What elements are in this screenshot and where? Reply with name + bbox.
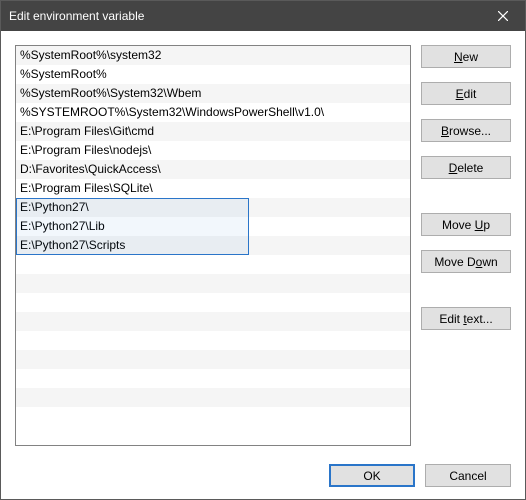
list-item [16, 369, 410, 388]
list-item [16, 312, 410, 331]
list-item [16, 293, 410, 312]
list-item[interactable]: E:\Program Files\nodejs\ [16, 141, 410, 160]
close-icon[interactable] [480, 1, 525, 31]
list-item [16, 407, 410, 426]
dialog-title: Edit environment variable [9, 9, 480, 23]
list-item[interactable]: %SystemRoot% [16, 65, 410, 84]
list-item[interactable]: E:\Python27\Lib [16, 217, 410, 236]
bottom-buttons: OK Cancel [15, 446, 511, 487]
move-down-button[interactable]: Move Down [421, 250, 511, 273]
edit-text-button[interactable]: Edit text... [421, 307, 511, 330]
list-item[interactable]: %SYSTEMROOT%\System32\WindowsPowerShell\… [16, 103, 410, 122]
cancel-button[interactable]: Cancel [425, 464, 511, 487]
new-button[interactable]: New [421, 45, 511, 68]
list-item[interactable]: E:\Program Files\Git\cmd [16, 122, 410, 141]
list-item [16, 255, 410, 274]
list-item[interactable]: E:\Python27\Scripts [16, 236, 410, 255]
delete-button[interactable]: Delete [421, 156, 511, 179]
list-item [16, 388, 410, 407]
ok-button[interactable]: OK [329, 464, 415, 487]
list-item [16, 274, 410, 293]
list-item[interactable]: D:\Favorites\QuickAccess\ [16, 160, 410, 179]
list-item[interactable]: E:\Program Files\SQLite\ [16, 179, 410, 198]
list-item [16, 331, 410, 350]
browse-button[interactable]: Browse... [421, 119, 511, 142]
client-area: %SystemRoot%\system32%SystemRoot%%System… [1, 31, 525, 499]
side-buttons: New Edit Browse... Delete Move Up Move D… [421, 45, 511, 446]
move-up-button[interactable]: Move Up [421, 213, 511, 236]
list-item[interactable]: %SystemRoot%\system32 [16, 46, 410, 65]
dialog-window: Edit environment variable %SystemRoot%\s… [0, 0, 526, 500]
edit-button[interactable]: Edit [421, 82, 511, 105]
main-area: %SystemRoot%\system32%SystemRoot%%System… [15, 45, 511, 446]
list-item[interactable]: %SystemRoot%\System32\Wbem [16, 84, 410, 103]
list-item [16, 350, 410, 369]
list-item[interactable]: E:\Python27\ [16, 198, 410, 217]
path-listbox[interactable]: %SystemRoot%\system32%SystemRoot%%System… [15, 45, 411, 446]
titlebar: Edit environment variable [1, 1, 525, 31]
